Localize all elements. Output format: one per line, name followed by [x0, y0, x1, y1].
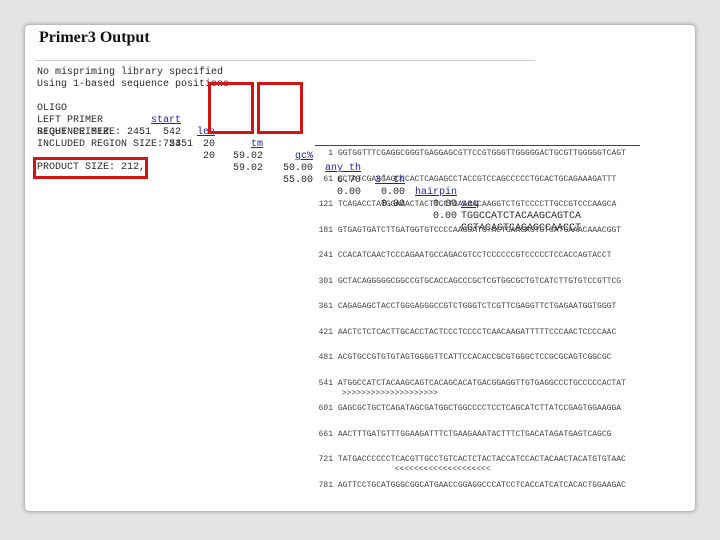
product-size-highlight-box [33, 157, 148, 179]
sequence-bases: CAGAGAGCTACCTGGGAGGGCCGTCTGGGTCTCGTTCGAG… [337, 302, 617, 311]
sequence-line: 481 ACGTGCCGTGTGTAGTGGGGTTCATTCCACACCGCG… [307, 353, 612, 363]
gc-highlight-box [257, 82, 303, 134]
sequence-bases: GCTACAGGGGGCGGCCGTGCACCAGCCCGCTCGTGGCGCT… [337, 276, 622, 286]
oligo-gc: 50.00 [282, 163, 313, 174]
oligo-tm: 59.02 [232, 163, 263, 174]
sequence-line: 121 TCAGACCTATGGAAACTACTTCCTGAAAACAAGGTC… [307, 200, 617, 210]
sequence-line: 721 TATGACCCCCCTCACGTTGCCTGTCACTCTACTACC… [307, 455, 626, 465]
sequence-position: 421 [318, 327, 333, 337]
sequence-line: 541 ATGGCCATCTACAAGCAGTCACAGCACATGACGGAG… [307, 379, 626, 389]
sequence-line: 361 CAGAGAGCTACCTGGGAGGGCCGTCTGGGTCTCGTT… [307, 302, 617, 312]
header-hairpin-link[interactable]: hairpin [409, 187, 457, 199]
sequence-line: 781 AGTTCCTGCATGGGCGGCATGAACCGGAGGCCCATC… [307, 481, 626, 491]
sequence-bases: AGTTCCTGCATGGGCGGCATGAACCGGAGGCCCATCCTCA… [337, 480, 626, 490]
oligo-len: 20 [202, 151, 215, 162]
left-primer-marker: >>>>>>>>>>>>>>>>>>>> [341, 388, 438, 398]
sequence-position: 661 [318, 429, 333, 439]
sequence-position: 1 [328, 149, 333, 158]
sequence-bases: TCAGACCTATGGAAACTACTTCCTGAAAACAAGGTCTGTC… [337, 200, 617, 209]
oligo-table-header: OLIGO start len tm gc% any th 3' th hair… [37, 91, 637, 210]
oligo-seq: TGGCCATCTACAAGCAGTCA [461, 211, 582, 222]
sequence-bases: GCTATCGAGGAGCCCACTCAGAGCCTACCGTCCAGCCCCC… [337, 174, 617, 184]
sequence-bases: AACTTTGATGTTTGGAAGATTTCTGAAGAAATACTTTCTG… [337, 429, 612, 439]
oligo-hairpin: 0.00 [432, 211, 457, 222]
positions-info: Using 1-based sequence positions [37, 79, 230, 90]
sequence-position: 781 [318, 480, 333, 490]
oligo-any-th: 0.00 [336, 187, 361, 198]
sequence-line: 601 GAGCGCTGCTCAGATAGCGATGGCTGGCCCCTCCTC… [307, 404, 621, 414]
sequence-position: 721 [318, 455, 333, 464]
included-region-size: INCLUDED REGION SIZE: 2451 [37, 139, 194, 150]
output-window: Primer3 Output No mispriming library spe… [24, 24, 696, 512]
sequence-position: 61 [323, 174, 333, 184]
oligo-3th: 0.00 [380, 187, 405, 198]
header-tm-link[interactable]: tm [223, 139, 263, 151]
sequence-line: 1 GGTGGTTTCGAGGCGGGTGAGGAGCGTTCCGTGGGTTG… [307, 149, 626, 159]
sequence-position: 241 [318, 251, 333, 260]
sequence-line: 241 CCACATCAACTCCCAGAATGCCAGACGTCCTCCCCC… [307, 251, 612, 261]
sequence-line: 421 AACTCTCTCACTTGCACCTACTCCCTCCCCTCAACA… [307, 327, 617, 338]
sequence-bases: CCACATCAACTCCCAGAATGCCAGACGTCCTCCCCCCGTC… [337, 251, 612, 260]
title-divider [35, 60, 535, 61]
header-any-th-link[interactable]: any th [317, 163, 361, 175]
sequence-bases: GGTGGTTTCGAGGCGGGTGAGGAGCGTTCCGTGGGTTGGG… [337, 149, 626, 158]
sequence-position: 181 [318, 225, 333, 235]
right-primer-marker: <<<<<<<<<<<<<<<<<<<< [394, 465, 491, 474]
sequence-position: 361 [318, 302, 333, 311]
sequence-line: 181 GTGAGTGATCTTGATGGTGTCCCCAAGGATGTACTG… [307, 226, 621, 236]
sequence-bases: ACGTGCCGTGTGTAGTGGGGTTCATTCCACACCGCGTGGG… [337, 353, 612, 362]
sequence-line: 661 AACTTTGATGTTTGGAAGATTTCTGAAGAAATACTT… [307, 429, 612, 440]
sequence-bases: TATGACCCCCCTCACGTTGCCTGTCACTCTACTACCATCC… [337, 455, 626, 464]
sequence-size: SEQUENCE SIZE: 2451 [37, 127, 152, 138]
sequence-line: 301 GCTACAGGGGGCGGCCGTGCACCAGCCCGCTCGTGG… [307, 277, 621, 287]
tm-highlight-box [208, 82, 254, 134]
sequence-bases: ATGGCCATCTACAAGCAGTCACAGCACATGACGGAGGTTG… [337, 378, 626, 388]
sequence-position: 301 [318, 276, 333, 286]
sequence-line: 61 GCTATCGAGGAGCCCACTCAGAGCCTACCGTCCAGCC… [307, 175, 616, 185]
sequence-position: 601 [318, 404, 333, 413]
table-row: RIGHT PRIMER 753 20 59.02 55.00 0.00 0.0… [37, 115, 637, 234]
sequence-position: 121 [318, 200, 333, 209]
table-row: LEFT PRIMER 542 20 59.02 50.00 6.70 0.00… [37, 103, 637, 222]
sequence-rule [315, 145, 640, 146]
mispriming-info: No mispriming library specified [37, 67, 224, 78]
sequence-bases: AACTCTCTCACTTGCACCTACTCCCTCCCCTCAACAAGAT… [337, 327, 617, 337]
sequence-position: 541 [318, 378, 333, 388]
page-title: Primer3 Output [39, 29, 150, 46]
sequence-bases: GAGCGCTGCTCAGATAGCGATGGCTGGCCCCTCCTCAGCA… [337, 404, 622, 413]
sequence-bases: GTGAGTGATCTTGATGGTGTCCCCAAGGATGTACTGAAGA… [337, 225, 622, 235]
oligo-tm: 59.02 [232, 151, 263, 162]
sequence-position: 481 [318, 353, 333, 362]
